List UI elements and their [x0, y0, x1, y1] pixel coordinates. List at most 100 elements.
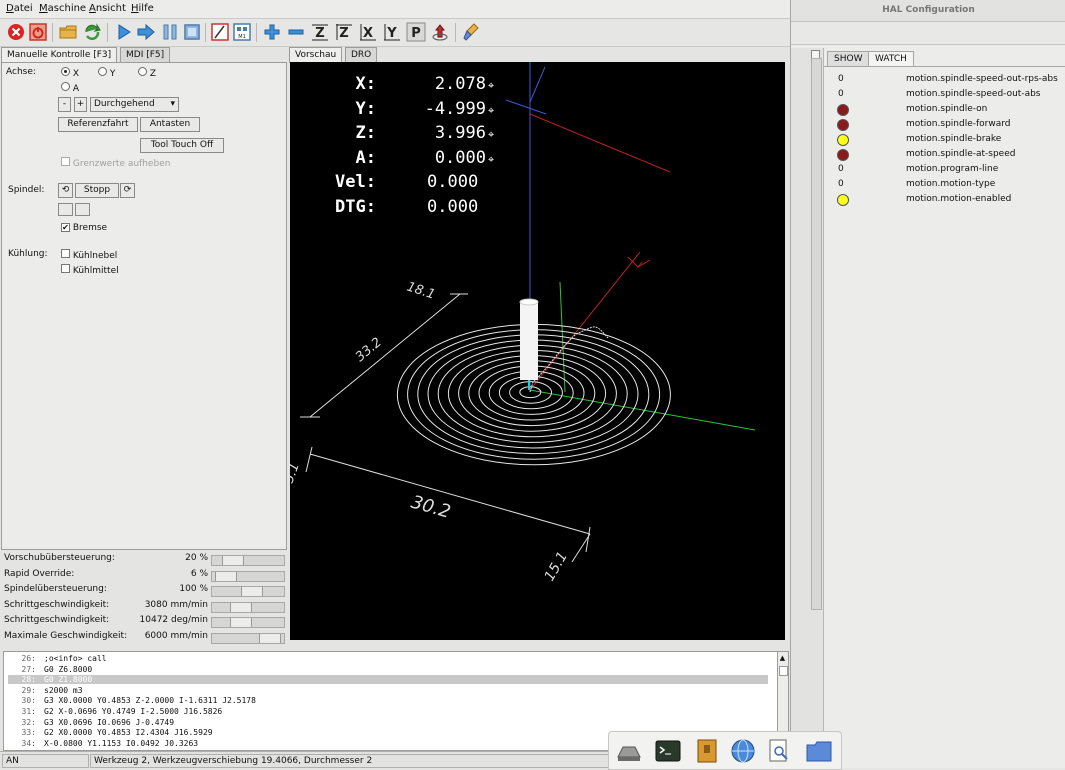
override-slider[interactable] — [211, 555, 285, 566]
svg-text:M1: M1 — [238, 34, 246, 40]
zoom-out-icon[interactable] — [286, 22, 306, 42]
axis-radio-x[interactable]: X — [61, 67, 79, 79]
archive-icon[interactable] — [693, 737, 721, 765]
menu-ansicht[interactable]: Ansicht — [89, 3, 126, 14]
scroll-up-icon[interactable]: ▲ — [779, 654, 786, 663]
axis-radio-y[interactable]: Y — [98, 67, 115, 79]
brake-checkbox[interactable]: ✔ Bremse — [61, 223, 107, 233]
watch-row[interactable]: motion.spindle-brake — [824, 132, 1065, 147]
optional-stop-icon[interactable]: M1 — [232, 22, 252, 42]
pause-icon[interactable] — [160, 22, 180, 42]
view-y-icon[interactable]: Y — [382, 22, 402, 42]
slider-thumb[interactable] — [259, 633, 281, 643]
browser-icon[interactable] — [729, 737, 757, 765]
slider-thumb[interactable] — [215, 571, 237, 581]
home-button[interactable]: Referenzfahrt — [58, 117, 138, 132]
preview-canvas[interactable]: 18.1 33.2 30.2 15.1 5.1 X: 2.078 ⌖ Y: -4.999… — [290, 62, 785, 640]
scroll-thumb[interactable] — [779, 666, 788, 676]
jog-mode-select[interactable]: Durchgehend ▾ — [90, 97, 179, 112]
tab-dro[interactable]: DRO — [345, 47, 378, 62]
tree-scrollbar[interactable] — [811, 58, 822, 610]
block-delete-icon[interactable] — [210, 22, 230, 42]
tab-manual[interactable]: Manuelle Kontrolle [F3] — [1, 47, 118, 63]
tool-touch-off-button[interactable]: Tool Touch Off — [140, 138, 224, 153]
watch-row[interactable]: motion.spindle-on — [824, 102, 1065, 117]
slider-thumb[interactable] — [222, 556, 244, 565]
estop-icon[interactable] — [6, 22, 26, 42]
gcode-line[interactable]: 32: G3 X0.0696 I0.0696 J-0.4749 — [8, 718, 768, 727]
gcode-line-text: s2000 m3 — [44, 685, 83, 695]
watch-row[interactable]: 0 motion.spindle-speed-out-rps-abs — [824, 72, 1065, 87]
view-z-icon[interactable]: Z — [310, 22, 330, 42]
gcode-line[interactable]: 29: s2000 m3 — [8, 686, 768, 695]
menu-maschine[interactable]: Maschine — [39, 3, 86, 14]
run-icon[interactable] — [114, 22, 134, 42]
menu-datei[interactable]: Datei — [6, 3, 33, 14]
mist-checkbox[interactable]: Kühlnebel — [61, 249, 117, 261]
view-x-icon[interactable]: X — [358, 22, 378, 42]
terminal-icon[interactable] — [654, 737, 682, 765]
jog-minus-button[interactable]: - — [58, 97, 71, 112]
watch-pin-name: motion.spindle-at-speed — [906, 149, 1016, 159]
tab-mdi[interactable]: MDI [F5] — [120, 47, 171, 62]
spindle-cw-icon[interactable]: ⟳ — [120, 183, 135, 198]
override-limits-checkbox[interactable]: Grenzwerte aufheben — [61, 157, 170, 169]
slider-thumb[interactable] — [230, 602, 252, 612]
watch-row[interactable]: motion.motion-enabled — [824, 192, 1065, 207]
dro-label: Z: — [355, 123, 376, 143]
spindle-slower-button[interactable] — [58, 203, 73, 216]
rotate-icon[interactable] — [430, 22, 450, 42]
gcode-line[interactable]: 28: G0 Z1.8000 — [8, 675, 768, 685]
dro-value: 0.000 — [427, 172, 479, 192]
gcode-line[interactable]: 26: ;o<info> call — [8, 654, 768, 663]
watch-row[interactable]: 0 motion.spindle-speed-out-abs — [824, 87, 1065, 102]
gcode-line-number: 30: — [21, 696, 36, 706]
power-icon[interactable] — [28, 22, 48, 42]
override-slider[interactable] — [211, 570, 285, 582]
touch-off-button[interactable]: Antasten — [140, 117, 200, 132]
axis-radio-z[interactable]: Z — [138, 67, 156, 79]
gcode-line-number: 28: — [21, 675, 36, 685]
slider-thumb[interactable] — [230, 618, 252, 627]
watch-row[interactable]: motion.spindle-at-speed — [824, 147, 1065, 162]
spindle-faster-button[interactable] — [75, 203, 90, 216]
tab-preview[interactable]: Vorschau — [289, 47, 343, 63]
gcode-line-number: 29: — [21, 685, 36, 695]
gcode-line[interactable]: 31: G2 X-0.0696 Y0.4749 I-2.5000 J16.5826 — [8, 707, 768, 716]
gcode-line[interactable]: 27: G0 Z6.8000 — [8, 665, 768, 674]
tab-watch[interactable]: WATCH — [868, 51, 914, 66]
hal-tree-pane[interactable] — [791, 48, 824, 768]
view-z2-icon[interactable]: Z — [334, 22, 354, 42]
gcode-line[interactable]: 30: G3 X0.0000 Y0.4853 Z-2.0000 I-1.6311 … — [8, 696, 768, 705]
zoom-in-icon[interactable] — [262, 22, 282, 42]
tab-show[interactable]: SHOW — [827, 51, 870, 66]
step-icon[interactable] — [136, 22, 156, 42]
folder-icon[interactable] — [805, 737, 833, 765]
watch-value: 0 — [838, 179, 844, 189]
override-slider[interactable] — [211, 601, 285, 613]
dro-label: A: — [355, 147, 376, 168]
watch-row[interactable]: motion.spindle-forward — [824, 117, 1065, 132]
watch-row[interactable]: 0 motion.program-line — [824, 162, 1065, 177]
spindle-stop-button[interactable]: Stopp — [75, 183, 119, 198]
slider-thumb[interactable] — [241, 587, 263, 596]
search-file-icon[interactable] — [765, 737, 793, 765]
clear-plot-icon[interactable] — [462, 22, 482, 42]
stop-icon[interactable] — [182, 22, 202, 42]
drive-icon[interactable] — [615, 737, 643, 765]
dro-value: 3.996 — [434, 123, 486, 143]
jog-plus-button[interactable]: + — [74, 97, 87, 112]
flood-checkbox[interactable]: Kühlmittel — [61, 264, 119, 276]
reload-icon[interactable] — [82, 22, 102, 42]
override-slider[interactable] — [211, 617, 285, 628]
override-slider[interactable] — [211, 632, 285, 644]
override-slider[interactable] — [211, 586, 285, 597]
axis-radio-a[interactable]: A — [61, 82, 79, 94]
homed-icon: ⌖ — [488, 128, 495, 141]
dim-line-bottom — [309, 453, 591, 535]
open-file-icon[interactable] — [58, 22, 78, 42]
watch-row[interactable]: 0 motion.motion-type — [824, 177, 1065, 192]
spindle-ccw-icon[interactable]: ⟲ — [58, 183, 73, 198]
menu-hilfe[interactable]: Hilfe — [131, 3, 154, 14]
view-p-icon[interactable]: P — [406, 22, 426, 42]
